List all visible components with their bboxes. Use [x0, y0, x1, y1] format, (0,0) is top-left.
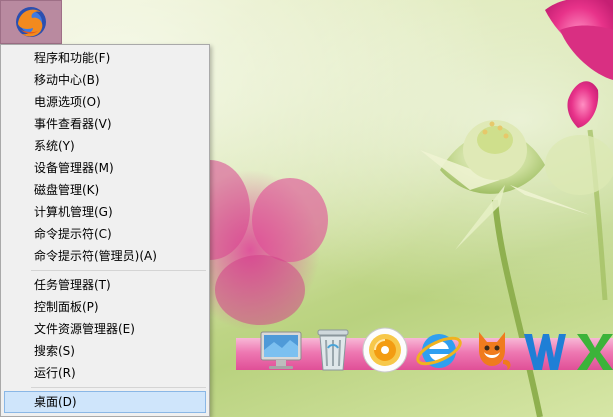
fox-icon[interactable] [469, 322, 515, 374]
menu-separator [31, 387, 206, 388]
menu-item-search[interactable]: 搜索(S) [1, 340, 209, 362]
menu-group-desktop: 桌面(D) [1, 391, 209, 413]
recycle-bin-icon[interactable] [310, 322, 355, 374]
menu-item-task-manager[interactable]: 任务管理器(T) [1, 274, 209, 296]
power-user-menu: 程序和功能(F) 移动中心(B) 电源选项(O) 事件查看器(V) 系统(Y) … [0, 44, 210, 417]
firefox-icon [16, 7, 46, 37]
dock [258, 318, 613, 374]
menu-item-control-panel[interactable]: 控制面板(P) [1, 296, 209, 318]
menu-item-system[interactable]: 系统(Y) [1, 135, 209, 157]
menu-item-disk-management[interactable]: 磁盘管理(K) [1, 179, 209, 201]
internet-explorer-icon[interactable] [415, 322, 463, 374]
desktop: 程序和功能(F) 移动中心(B) 电源选项(O) 事件查看器(V) 系统(Y) … [0, 0, 613, 417]
menu-item-power-options[interactable]: 电源选项(O) [1, 91, 209, 113]
excel-icon[interactable] [573, 322, 613, 374]
word-icon[interactable] [521, 322, 566, 374]
media-disc-icon[interactable] [361, 322, 409, 374]
menu-item-desktop[interactable]: 桌面(D) [4, 391, 206, 413]
menu-group-system: 程序和功能(F) 移动中心(B) 电源选项(O) 事件查看器(V) 系统(Y) … [1, 47, 209, 267]
menu-item-command-prompt[interactable]: 命令提示符(C) [1, 223, 209, 245]
menu-item-command-prompt-admin[interactable]: 命令提示符(管理员)(A) [1, 245, 209, 267]
menu-item-event-viewer[interactable]: 事件查看器(V) [1, 113, 209, 135]
menu-separator [31, 270, 206, 271]
menu-item-computer-management[interactable]: 计算机管理(G) [1, 201, 209, 223]
menu-item-programs-features[interactable]: 程序和功能(F) [1, 47, 209, 69]
menu-group-tools: 任务管理器(T) 控制面板(P) 文件资源管理器(E) 搜索(S) 运行(R) [1, 274, 209, 384]
imac-icon[interactable] [258, 322, 304, 374]
start-tile[interactable] [0, 0, 62, 44]
menu-item-device-manager[interactable]: 设备管理器(M) [1, 157, 209, 179]
menu-item-file-explorer[interactable]: 文件资源管理器(E) [1, 318, 209, 340]
menu-item-run[interactable]: 运行(R) [1, 362, 209, 384]
menu-item-mobility-center[interactable]: 移动中心(B) [1, 69, 209, 91]
